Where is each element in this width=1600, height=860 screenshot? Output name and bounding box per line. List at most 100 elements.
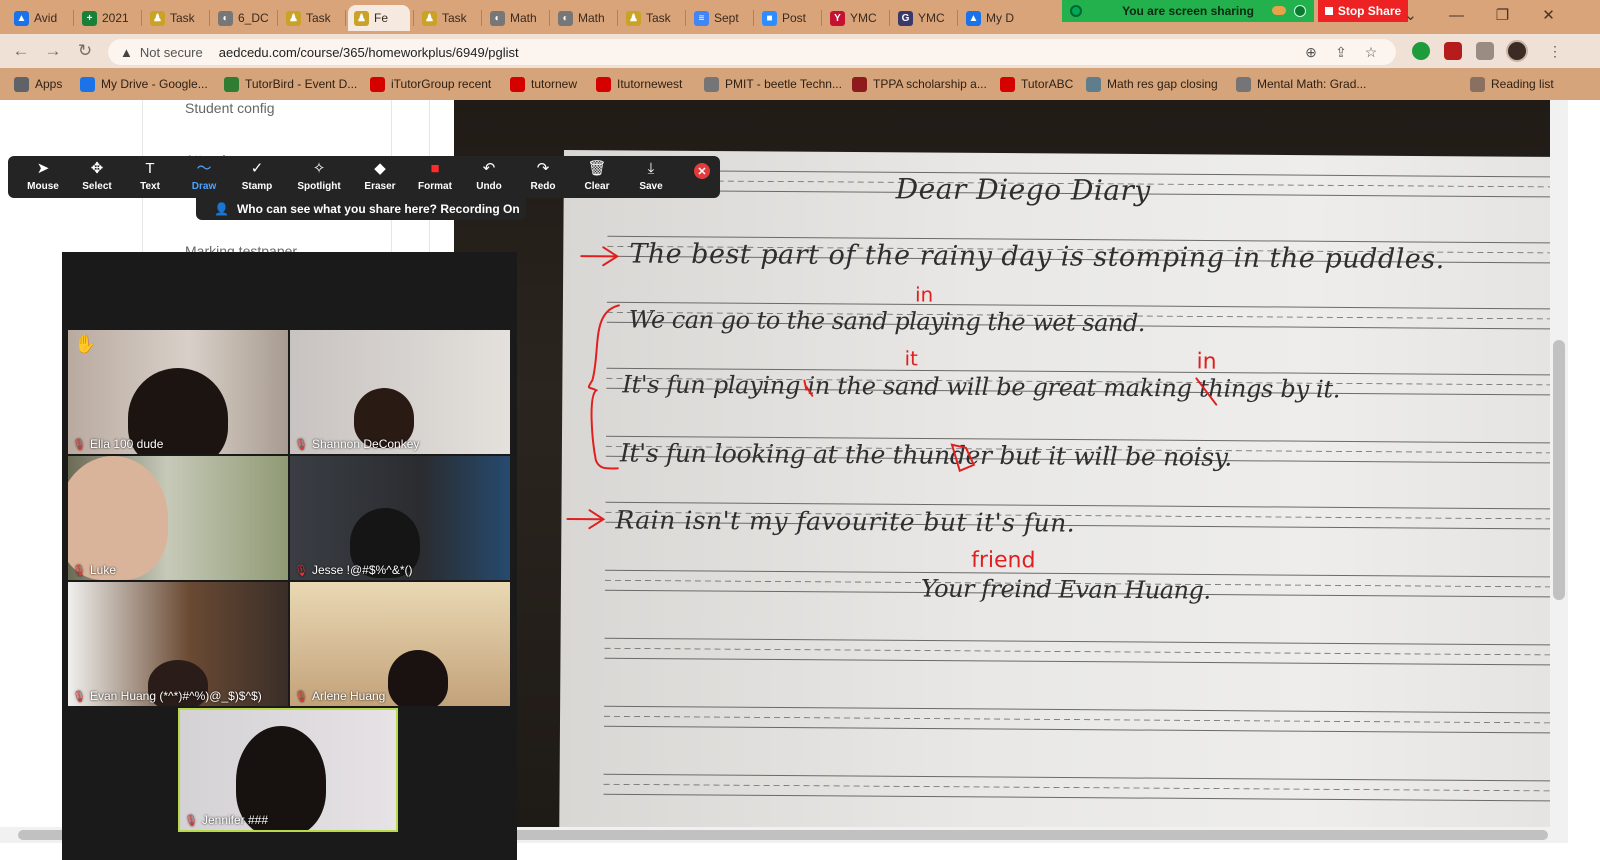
extension-ublock-icon[interactable] [1444,42,1462,60]
undo-icon: ↶ [482,160,496,177]
participant-name: Evan Huang (*^*)#^%)@_$)$^$) [89,689,262,703]
bookmark-icon [370,76,385,92]
nav-student-config[interactable]: Student config [185,100,275,116]
browser-tab[interactable]: ♟ Task [620,5,682,31]
vertical-scrollbar[interactable] [1550,100,1568,827]
annotation-tool-redo[interactable]: ↷ Redo [516,160,570,194]
participant-video-tile[interactable]: 🎙 Arlene Huang [290,582,510,706]
browser-tab[interactable]: Y YMC [824,5,886,31]
bookmark-icon [80,76,95,92]
annotation-tool-mouse[interactable]: ➤ Mouse [16,160,70,194]
bookmark-item[interactable]: PMIT - beetle Techn... [704,75,842,93]
bookmark-item[interactable]: iTutorGroup recent [370,75,491,93]
close-annotation-button[interactable]: ✕ [694,163,710,179]
bookmark-label: iTutorGroup recent [391,77,492,91]
annotation-tool-label: Redo [530,181,556,192]
tab-favicon-icon: Y [830,10,845,26]
lined-paper: Dear Diego Diary The best part of the ra… [558,150,1550,827]
bookmark-item[interactable]: Math res gap closing [1086,75,1218,93]
browser-tab[interactable]: G YMC [892,5,954,31]
vertical-scroll-thumb[interactable] [1553,340,1565,600]
participant-video-tile[interactable]: ✋ 🎙 Ella 100 dude [68,330,288,454]
browser-tab[interactable]: ◐ Math [484,5,546,31]
bookmark-item[interactable]: Reading list [1470,75,1554,93]
kebab-menu-icon[interactable]: ⋮ [1546,42,1564,60]
bookmark-item[interactable]: Itutornewest [596,75,682,93]
annotation-tool-label: Stamp [241,181,273,192]
back-button[interactable]: ← [10,40,32,62]
stop-icon [1324,7,1333,15]
bookmark-icon [1236,76,1251,92]
browser-tab[interactable]: ♟ Fe [348,5,410,31]
annotation-tool-clear[interactable]: 🗑 Clear [570,160,624,194]
restore-button[interactable]: ❐ [1480,0,1525,30]
annotation-tool-spotlight[interactable]: ✧ Spotlight [292,160,346,194]
tab-favicon-icon: ♟ [286,10,301,26]
annotation-tool-draw[interactable]: 〜 Draw [177,160,231,194]
bookmark-item[interactable]: My Drive - Google... [80,75,208,93]
bookmark-item[interactable]: Mental Math: Grad... [1236,75,1366,93]
tab-search-button[interactable]: ⌄ [1388,0,1433,30]
tab-favicon-icon: ♟ [626,10,641,26]
correction-mark-n [803,379,814,397]
annotation-toolbar: ➤ Mouse ✥ Select T Text 〜 Draw ✓ Stamp ✧ Spotlight ◆… [8,156,720,198]
annotation-tool-eraser[interactable]: ◆ Eraser [353,160,407,194]
extension-chat-icon[interactable] [1412,42,1430,60]
annotation-tool-stamp[interactable]: ✓ Stamp [230,160,284,194]
tab-favicon-icon: ◐ [558,10,573,26]
participant-video-tile[interactable]: 🎙 Shannon DeConkey [290,330,510,454]
browser-tab[interactable]: ▲ My D [960,5,1022,31]
correction-mark-box [950,443,976,473]
bookmark-item[interactable]: TPPA scholarship a... [852,75,987,93]
browser-tab[interactable]: ♟ Task [144,5,206,31]
forward-button[interactable]: → [42,40,64,62]
participant-video-tile[interactable]: 🎙 Luke [68,456,288,580]
zoom-icon[interactable]: ⊕ [1302,43,1320,61]
browser-tab[interactable]: ♟ Task [280,5,342,31]
participant-video-tile[interactable]: 🎙 Evan Huang (*^*)#^%)@_$)$^$) [68,582,288,706]
annotation-tool-select[interactable]: ✥ Select [70,160,124,194]
browser-tab[interactable]: +2021 [76,5,138,31]
format-icon: ■ [430,160,440,177]
bookmark-label: Itutornewest [617,77,683,91]
participant-name-tag: 🎙 Arlene Huang [294,689,385,703]
annotation-tool-text[interactable]: T Text [123,160,177,194]
browser-tab[interactable]: ♟ Task [416,5,478,31]
annotation-tool-label: Eraser [364,181,396,192]
bookmark-icon [1086,76,1101,92]
participant-video-tile[interactable]: 🎙 Jesse !@#$%^&*() [290,456,510,580]
bookmark-label: TutorBird - Event D... [245,77,358,91]
profile-avatar[interactable] [1506,40,1528,62]
share-icon[interactable]: ⇪ [1332,43,1350,61]
annotation-tool-undo[interactable]: ↶ Undo [462,160,516,194]
bookmark-item[interactable]: Apps [14,75,62,93]
url-bar[interactable]: ▲ Not secure aedcedu.com/course/365/home… [108,39,1396,65]
stamp-icon: ✓ [250,160,264,177]
warning-icon[interactable]: ▲ [120,45,133,60]
extensions-puzzle-icon[interactable] [1476,42,1494,60]
url-text[interactable]: aedcedu.com/course/365/homeworkplus/6949… [219,45,519,60]
participant-name-tag: 🎙 Shannon DeConkey [294,437,419,451]
participant-silhouette [68,456,168,580]
browser-tab[interactable]: ▲ Avid [8,5,70,31]
browser-tab[interactable]: ◐ Math [552,5,614,31]
bookmark-item[interactable]: TutorBird - Event D... [224,75,357,93]
browser-tab[interactable]: ◐ 6_DC [212,5,274,31]
security-label[interactable]: Not secure [140,45,203,60]
bookmark-item[interactable]: TutorABC [1000,75,1073,93]
bookmark-item[interactable]: tutornew [510,75,577,93]
participant-video-tile[interactable]: 🎙 Jennifer ### [178,708,398,832]
muted-mic-icon: 🎙 [72,438,86,451]
share-visibility-tip[interactable]: 👤 Who can see what you share here? Recor… [196,198,526,220]
annotation-tool-format[interactable]: ■ Format [408,160,462,194]
reload-button[interactable]: ↻ [74,40,96,62]
bookmark-label: My Drive - Google... [101,77,208,91]
bookmark-star-icon[interactable]: ☆ [1362,43,1380,61]
browser-tab[interactable]: ■ Post [756,5,818,31]
annotation-tool-save[interactable]: ⤓ Save [624,160,678,194]
browser-tab[interactable]: ≡ Sept [688,5,750,31]
tab-favicon-icon: ■ [762,10,777,26]
tab-separator [685,10,686,26]
minimize-button[interactable]: — [1434,0,1479,30]
close-window-button[interactable]: ✕ [1526,0,1571,30]
